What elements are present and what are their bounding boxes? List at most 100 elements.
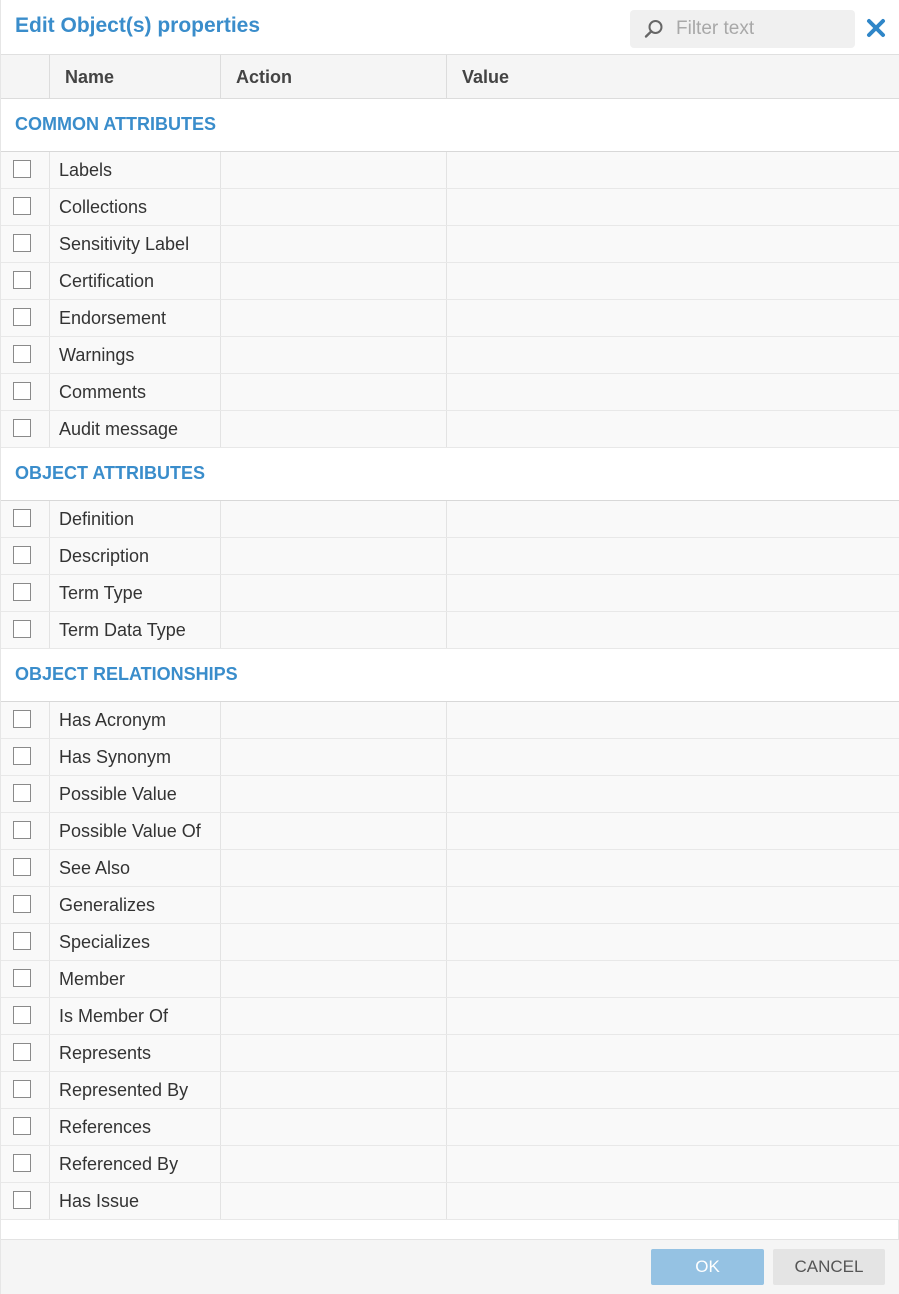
row-value-cell[interactable]	[447, 850, 899, 886]
row-value-cell[interactable]	[447, 411, 899, 447]
row-checkbox[interactable]	[13, 1117, 31, 1135]
row-name: Specializes	[50, 924, 221, 960]
row-checkbox[interactable]	[13, 308, 31, 326]
row-action-cell[interactable]	[221, 998, 447, 1034]
header-value[interactable]: Value	[447, 55, 899, 99]
row-name: Certification	[50, 263, 221, 299]
row-value-cell[interactable]	[447, 813, 899, 849]
select-cell	[1, 612, 50, 648]
table-row: Collections	[1, 189, 899, 226]
row-checkbox[interactable]	[13, 160, 31, 178]
row-checkbox[interactable]	[13, 1080, 31, 1098]
row-action-cell[interactable]	[221, 887, 447, 923]
row-checkbox[interactable]	[13, 583, 31, 601]
row-value-cell[interactable]	[447, 575, 899, 611]
select-cell	[1, 776, 50, 812]
row-value-cell[interactable]	[447, 1183, 899, 1219]
row-checkbox[interactable]	[13, 710, 31, 728]
row-checkbox[interactable]	[13, 345, 31, 363]
row-action-cell[interactable]	[221, 924, 447, 960]
row-name: Term Type	[50, 575, 221, 611]
row-action-cell[interactable]	[221, 152, 447, 188]
row-checkbox[interactable]	[13, 197, 31, 215]
row-value-cell[interactable]	[447, 924, 899, 960]
filter-input[interactable]	[676, 18, 846, 40]
row-checkbox[interactable]	[13, 382, 31, 400]
row-value-cell[interactable]	[447, 1035, 899, 1071]
row-value-cell[interactable]	[447, 300, 899, 336]
row-action-cell[interactable]	[221, 575, 447, 611]
row-action-cell[interactable]	[221, 374, 447, 410]
row-action-cell[interactable]	[221, 538, 447, 574]
row-value-cell[interactable]	[447, 887, 899, 923]
row-value-cell[interactable]	[447, 501, 899, 537]
row-action-cell[interactable]	[221, 961, 447, 997]
row-name: Definition	[50, 501, 221, 537]
row-checkbox[interactable]	[13, 932, 31, 950]
row-action-cell[interactable]	[221, 189, 447, 225]
row-checkbox[interactable]	[13, 1006, 31, 1024]
row-value-cell[interactable]	[447, 1109, 899, 1145]
row-checkbox[interactable]	[13, 234, 31, 252]
row-value-cell[interactable]	[447, 337, 899, 373]
row-value-cell[interactable]	[447, 226, 899, 262]
table-row: Is Member Of	[1, 998, 899, 1035]
row-action-cell[interactable]	[221, 1072, 447, 1108]
ok-button[interactable]: OK	[651, 1249, 764, 1285]
row-checkbox[interactable]	[13, 1191, 31, 1209]
row-value-cell[interactable]	[447, 776, 899, 812]
row-value-cell[interactable]	[447, 263, 899, 299]
row-action-cell[interactable]	[221, 813, 447, 849]
row-checkbox[interactable]	[13, 1043, 31, 1061]
row-action-cell[interactable]	[221, 300, 447, 336]
row-checkbox[interactable]	[13, 546, 31, 564]
row-action-cell[interactable]	[221, 263, 447, 299]
row-value-cell[interactable]	[447, 612, 899, 648]
row-action-cell[interactable]	[221, 1109, 447, 1145]
row-checkbox[interactable]	[13, 271, 31, 289]
cancel-button[interactable]: CANCEL	[773, 1249, 885, 1285]
row-action-cell[interactable]	[221, 226, 447, 262]
row-action-cell[interactable]	[221, 1146, 447, 1182]
header-name[interactable]: Name	[50, 55, 221, 99]
select-cell	[1, 411, 50, 447]
row-checkbox[interactable]	[13, 419, 31, 437]
row-value-cell[interactable]	[447, 961, 899, 997]
header-action[interactable]: Action	[221, 55, 447, 99]
row-action-cell[interactable]	[221, 501, 447, 537]
row-checkbox[interactable]	[13, 620, 31, 638]
row-action-cell[interactable]	[221, 1035, 447, 1071]
row-action-cell[interactable]	[221, 850, 447, 886]
row-action-cell[interactable]	[221, 1183, 447, 1219]
filter-box[interactable]	[630, 10, 855, 48]
table-row: Possible Value Of	[1, 813, 899, 850]
row-value-cell[interactable]	[447, 1072, 899, 1108]
table-row: Has Issue	[1, 1183, 899, 1220]
row-checkbox[interactable]	[13, 509, 31, 527]
row-checkbox[interactable]	[13, 747, 31, 765]
row-checkbox[interactable]	[13, 784, 31, 802]
row-action-cell[interactable]	[221, 702, 447, 738]
close-icon[interactable]	[865, 17, 887, 39]
row-value-cell[interactable]	[447, 152, 899, 188]
row-value-cell[interactable]	[447, 998, 899, 1034]
row-value-cell[interactable]	[447, 702, 899, 738]
table-row: Labels	[1, 152, 899, 189]
row-value-cell[interactable]	[447, 739, 899, 775]
row-checkbox[interactable]	[13, 821, 31, 839]
row-action-cell[interactable]	[221, 776, 447, 812]
row-checkbox[interactable]	[13, 858, 31, 876]
table-row: Definition	[1, 501, 899, 538]
select-cell	[1, 1146, 50, 1182]
row-checkbox[interactable]	[13, 1154, 31, 1172]
row-value-cell[interactable]	[447, 374, 899, 410]
row-action-cell[interactable]	[221, 612, 447, 648]
row-action-cell[interactable]	[221, 411, 447, 447]
row-action-cell[interactable]	[221, 739, 447, 775]
row-value-cell[interactable]	[447, 189, 899, 225]
row-value-cell[interactable]	[447, 1146, 899, 1182]
row-value-cell[interactable]	[447, 538, 899, 574]
row-checkbox[interactable]	[13, 895, 31, 913]
row-checkbox[interactable]	[13, 969, 31, 987]
row-action-cell[interactable]	[221, 337, 447, 373]
